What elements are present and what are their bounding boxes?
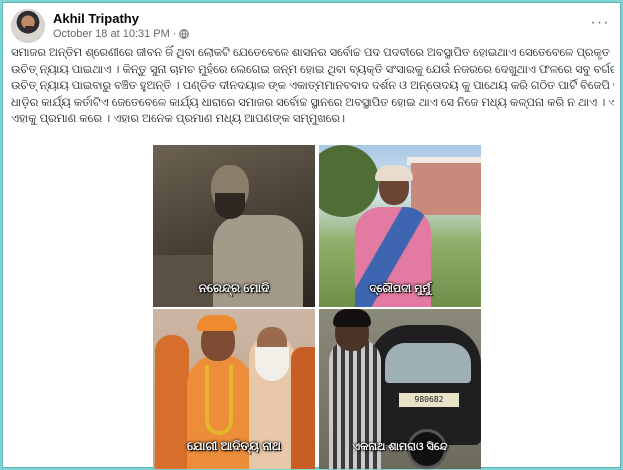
avatar-detail (25, 26, 33, 29)
photo-detail (375, 165, 413, 181)
post-text-line: ଧାଡ଼ିର କାର୍ଯ୍ୟ କର୍ତାଟିଏ ଜେତେବେଳେ କାର୍ଯ୍ୟ… (11, 96, 614, 109)
post-text: ସମାଜର ଅନ୍ତିମ ଶ୍ରେଣୀରେ ଜୀବନ ଜିଁ ଥିବା ଲୋକଟ… (11, 45, 614, 128)
post-card: Akhil Tripathy October 18 at 10:31 PM · … (2, 2, 621, 469)
more-options-icon[interactable]: ··· (588, 15, 612, 35)
post-timestamp[interactable]: October 18 at 10:31 PM (53, 28, 170, 40)
author-avatar[interactable] (11, 9, 45, 43)
photo-modi[interactable]: ନରେନ୍ଦ୍ର ମୋଦି (153, 145, 315, 307)
photo-caption: ଦ୍ରୌପଦୀ ମୁର୍ମୁ (369, 283, 431, 295)
photo-detail (333, 309, 371, 327)
photo-detail (197, 315, 237, 331)
photo-detail (205, 365, 233, 435)
post-header: Akhil Tripathy October 18 at 10:31 PM · … (11, 9, 614, 43)
post-text-line: ଏହାକୁ ପ୍ରମାଣ କରେ । ଏହାର ଅନେକ ପ୍ରମାଣ ମଧ୍ୟ… (11, 113, 345, 125)
post-text-line: ସମାଜର ଅନ୍ତିମ ଶ୍ରେଣୀରେ ଜୀବନ ଜିଁ ଥିବା ଲୋକଟ… (11, 47, 610, 59)
photo-detail (385, 343, 471, 383)
photo-detail (411, 163, 481, 215)
photo-collage[interactable]: ନରେନ୍ଦ୍ର ମୋଦି ଦ୍ରୌପଦୀ ମୁର୍ମୁ ଯୋଗୀ ଆଦିତ୍ୟ… (153, 145, 481, 469)
photo-caption: ଯୋଗୀ ଆଦିତ୍ୟ ନାଥ (187, 439, 281, 453)
globe-icon[interactable] (179, 29, 190, 39)
photo-murmu[interactable]: ଦ୍ରୌପଦୀ ମୁର୍ମୁ (319, 145, 481, 307)
photo-yogi[interactable]: ଯୋଗୀ ଆଦିତ୍ୟ ନାଥ (153, 309, 315, 469)
post-text-line: ଉଚିତ୍ ନ୍ୟାୟ ପାଇବାରୁ ବଞ୍ଚିତ ହୁଅନ୍ତି । ପଣ୍… (11, 80, 614, 92)
photo-detail (255, 347, 289, 381)
photo-detail (215, 193, 245, 219)
auto-plate: 9806B2 (399, 393, 459, 407)
author-name[interactable]: Akhil Tripathy (53, 11, 139, 26)
photo-caption: ନରେନ୍ଦ୍ର ମୋଦି (198, 281, 270, 295)
post-meta: October 18 at 10:31 PM · (53, 28, 190, 40)
meta-separator: · (172, 28, 177, 40)
photo-caption: ଏକନାଥ ଶାମରାଓ ସିନ୍ଦେ (352, 441, 448, 453)
post-text-line: ଉଚିତ୍ ନ୍ୟାୟ ପାଇଥାଏ । କିନ୍ତୁ ସୁନା ଚାମଚ ମୁ… (11, 63, 614, 76)
photo-shinde[interactable]: 9806B2 ଏକନାଥ ଶାମରାଓ ସିନ୍ଦେ (319, 309, 481, 469)
